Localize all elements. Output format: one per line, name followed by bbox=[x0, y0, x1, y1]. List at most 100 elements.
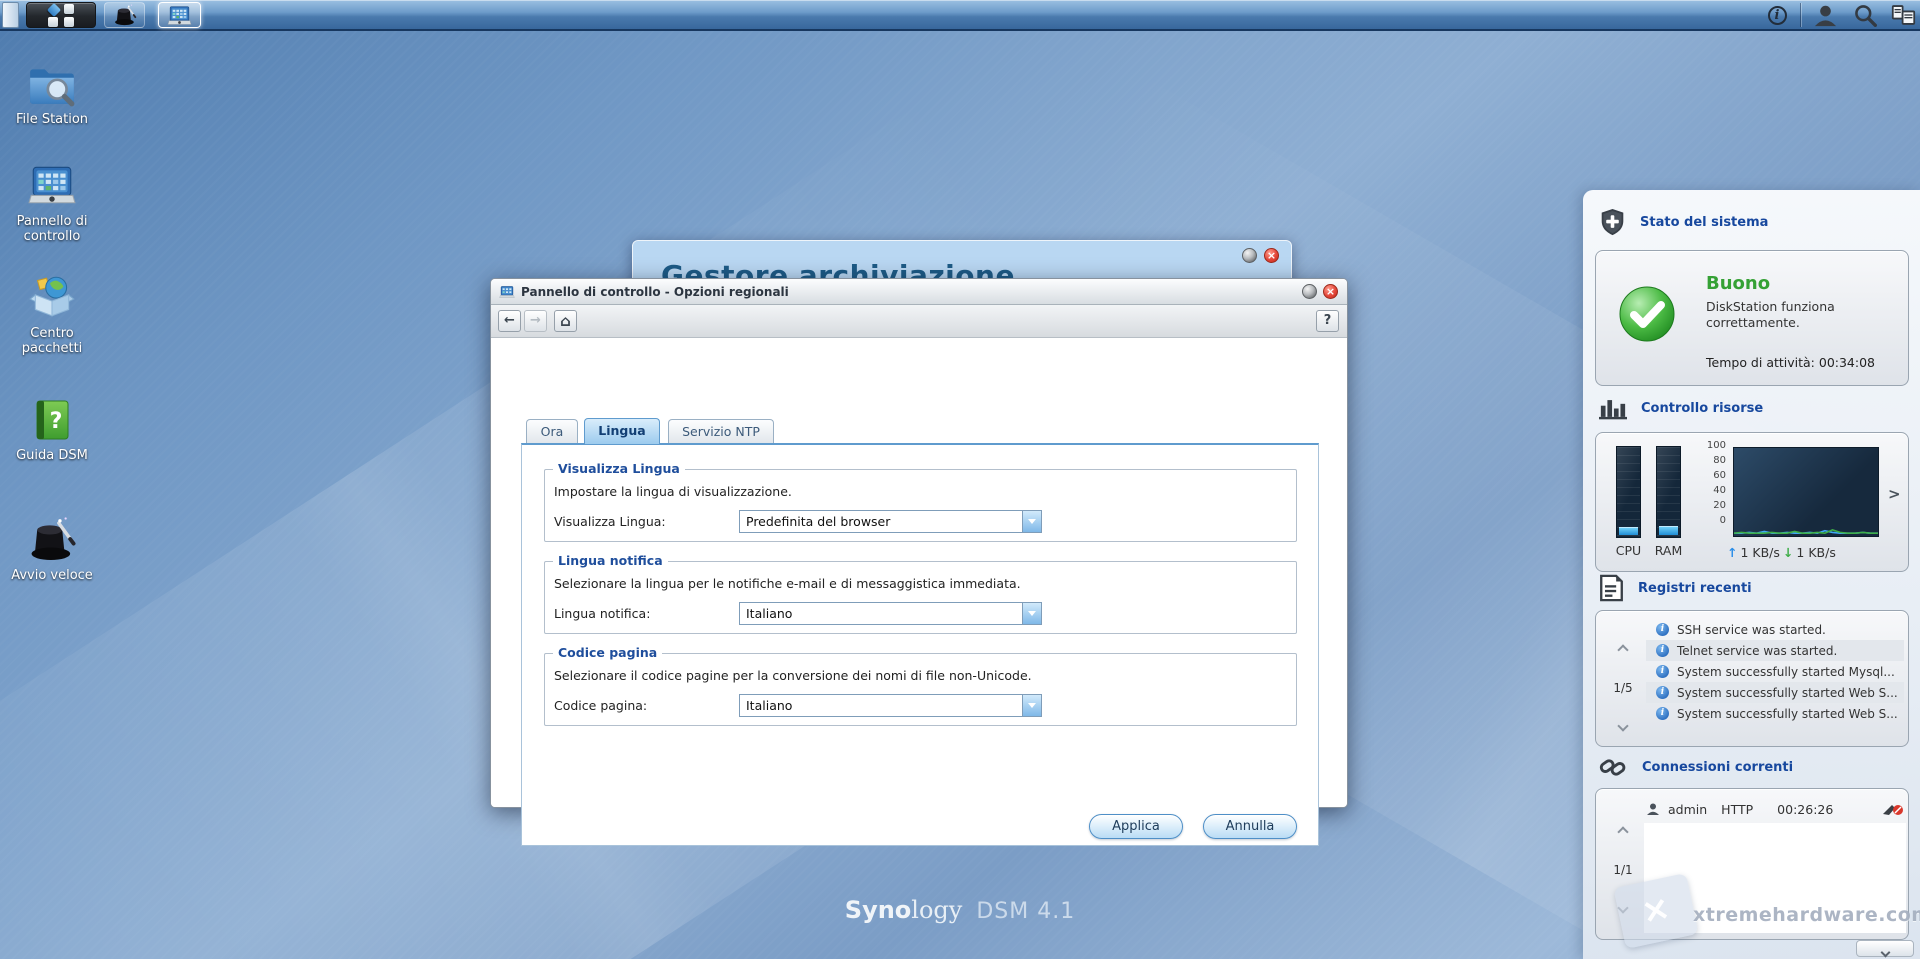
upload-value: 1 KB/s bbox=[1740, 545, 1779, 560]
ram-label: RAM bbox=[1648, 543, 1689, 558]
axis-tick: 40 bbox=[1692, 485, 1726, 496]
control-panel-icon bbox=[499, 284, 515, 300]
desktop: i File Station bbox=[0, 0, 1920, 959]
help-button[interactable]: ? bbox=[1316, 310, 1339, 332]
control-panel-icon bbox=[27, 160, 77, 210]
fieldset-codepage: Codice pagina Selezionare il codice pagi… bbox=[544, 653, 1297, 726]
log-row[interactable]: iTelnet service was started. bbox=[1646, 640, 1904, 661]
connection-time: 00:26:26 bbox=[1777, 802, 1833, 817]
widget-title[interactable]: Stato del sistema bbox=[1640, 215, 1768, 230]
info-icon: i bbox=[1656, 707, 1669, 720]
widget-header-system-status: Stato del sistema bbox=[1599, 208, 1768, 237]
fieldset-description: Selezionare la lingua per le notifiche e… bbox=[554, 576, 1021, 591]
dialog-titlebar[interactable]: Pannello di controllo - Opzioni regional… bbox=[491, 279, 1347, 305]
widget-title[interactable]: Connessioni correnti bbox=[1642, 760, 1793, 775]
log-row[interactable]: iSystem successfully started Web S... bbox=[1646, 703, 1904, 724]
brand-bold: Syno bbox=[845, 896, 912, 924]
search-icon bbox=[1853, 3, 1877, 27]
sidebar-collapse-button[interactable] bbox=[1856, 940, 1914, 957]
tab-servizio-ntp[interactable]: Servizio NTP bbox=[668, 419, 774, 443]
tab-lingua[interactable]: Lingua bbox=[584, 418, 660, 444]
tab-ora[interactable]: Ora bbox=[526, 419, 578, 443]
cancel-button[interactable]: Annulla bbox=[1203, 814, 1297, 839]
minimize-icon[interactable] bbox=[1242, 248, 1257, 263]
widget-header-resource-monitor: Controllo risorse bbox=[1599, 396, 1763, 421]
desktop-icon-control-panel[interactable]: Pannello di controllo bbox=[4, 160, 100, 244]
widget-title[interactable]: Registri recenti bbox=[1638, 581, 1752, 596]
taskbar-search-button[interactable] bbox=[1850, 2, 1880, 28]
desktop-icon-package-center[interactable]: Centro pacchetti bbox=[4, 272, 100, 356]
connection-protocol: HTTP bbox=[1721, 802, 1753, 817]
status-text: Buono bbox=[1706, 273, 1770, 294]
main-menu-button[interactable] bbox=[26, 2, 96, 28]
pager-count: 1/1 bbox=[1613, 863, 1632, 877]
desktop-icon-file-station[interactable]: File Station bbox=[4, 62, 100, 127]
log-row[interactable]: iSystem successfully started Web S... bbox=[1646, 682, 1904, 703]
logs-pager: 1/5 bbox=[1606, 639, 1640, 734]
desktop-icon-label: Avvio veloce bbox=[4, 568, 100, 583]
dsm-version: DSM 4.1 bbox=[976, 899, 1075, 924]
field-label: Lingua notifica: bbox=[554, 602, 734, 625]
select-value: Predefinita del browser bbox=[746, 514, 890, 529]
chevron-down-icon[interactable] bbox=[1022, 511, 1041, 532]
display-language-select[interactable]: Predefinita del browser bbox=[739, 510, 1042, 533]
taskbar-info-button[interactable]: i bbox=[1762, 2, 1792, 28]
back-button[interactable]: ← bbox=[498, 310, 521, 332]
notification-language-select[interactable]: Italiano bbox=[739, 602, 1042, 625]
log-row[interactable]: iSystem successfully started Mysql... bbox=[1646, 661, 1904, 682]
axis-tick: 100 bbox=[1692, 440, 1726, 451]
connection-row[interactable]: admin HTTP 00:26:26 bbox=[1646, 798, 1904, 820]
shield-icon bbox=[1599, 208, 1626, 237]
document-icon bbox=[1599, 574, 1624, 602]
close-icon[interactable]: × bbox=[1323, 284, 1338, 299]
close-icon[interactable]: × bbox=[1264, 248, 1279, 263]
log-list: iSSH service was started. iTelnet servic… bbox=[1646, 619, 1904, 724]
axis-tick: 0 bbox=[1692, 515, 1726, 526]
svg-text:?: ? bbox=[50, 409, 63, 434]
fieldset-legend: Codice pagina bbox=[553, 645, 662, 660]
system-status-card: Buono DiskStation funziona correttamente… bbox=[1595, 250, 1909, 386]
watermark-text: xtremehardware.com bbox=[1693, 904, 1920, 926]
magic-hat-icon bbox=[113, 3, 137, 27]
chevron-down-icon[interactable] bbox=[1022, 695, 1041, 716]
pager-up-icon[interactable] bbox=[1617, 644, 1628, 655]
taskbar-pilot-view-button[interactable] bbox=[1888, 2, 1918, 28]
desktop-icon-dsm-help[interactable]: ? Guida DSM bbox=[4, 396, 100, 463]
apply-button[interactable]: Applica bbox=[1089, 814, 1183, 839]
info-icon: i bbox=[1768, 6, 1787, 25]
disconnect-icon[interactable] bbox=[1882, 802, 1904, 816]
forward-button[interactable]: → bbox=[524, 310, 547, 332]
fieldset-notification-language: Lingua notifica Selezionare la lingua pe… bbox=[544, 561, 1297, 634]
taskbar-control-panel-button[interactable] bbox=[158, 2, 201, 28]
connection-user: admin bbox=[1668, 802, 1707, 817]
home-button[interactable]: ⌂ bbox=[554, 310, 577, 332]
minimize-icon[interactable] bbox=[1302, 284, 1317, 299]
widget-header-connections: Connessioni correnti bbox=[1599, 754, 1793, 781]
taskbar-quick-launch-button[interactable] bbox=[104, 2, 145, 28]
main-menu-icon bbox=[48, 4, 75, 27]
log-row[interactable]: iSSH service was started. bbox=[1646, 619, 1904, 640]
chevron-down-icon[interactable] bbox=[1022, 603, 1041, 624]
taskbar-user-button[interactable] bbox=[1810, 2, 1840, 28]
status-description: DiskStation funziona correttamente. bbox=[1706, 299, 1891, 331]
user-icon bbox=[1646, 802, 1660, 816]
cpu-label: CPU bbox=[1608, 543, 1649, 558]
widget-title[interactable]: Controllo risorse bbox=[1641, 401, 1763, 416]
pager-up-icon[interactable] bbox=[1617, 826, 1628, 837]
dsm-help-icon: ? bbox=[28, 396, 76, 444]
magic-hat-icon bbox=[27, 514, 77, 564]
next-page-icon[interactable]: > bbox=[1888, 485, 1901, 503]
dialog-content: Ora Lingua Servizio NTP Visualizza Lingu… bbox=[491, 339, 1347, 807]
show-desktop-button[interactable] bbox=[2, 2, 19, 28]
bar-chart-icon bbox=[1599, 396, 1627, 421]
axis-tick: 20 bbox=[1692, 500, 1726, 511]
axis-tick: 60 bbox=[1692, 470, 1726, 481]
control-panel-dialog: Pannello di controllo - Opzioni regional… bbox=[490, 278, 1348, 808]
download-value: 1 KB/s bbox=[1796, 545, 1835, 560]
pager-down-icon[interactable] bbox=[1617, 720, 1628, 731]
info-icon: i bbox=[1656, 644, 1669, 657]
desktop-icon-quick-start[interactable]: Avvio veloce bbox=[4, 514, 100, 583]
desktop-icon-label: Centro pacchetti bbox=[4, 326, 100, 356]
codepage-select[interactable]: Italiano bbox=[739, 694, 1042, 717]
desktop-icon-label: Pannello di controllo bbox=[4, 214, 100, 244]
